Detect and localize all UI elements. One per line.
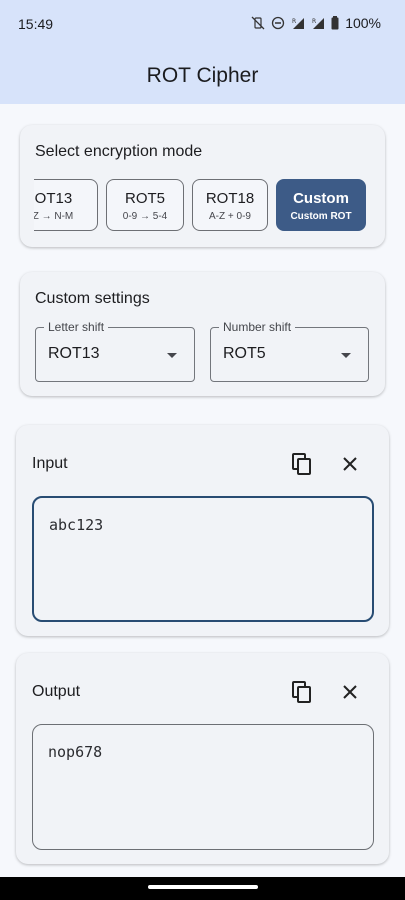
- number-shift-label: Number shift: [219, 320, 296, 334]
- signal-r-icon: R: [311, 16, 325, 30]
- input-field[interactable]: abc123: [32, 496, 374, 622]
- letter-shift-label: Letter shift: [44, 320, 109, 334]
- encryption-mode-card: Select encryption mode ROT13 A-Z → N-M R…: [20, 125, 385, 247]
- letter-shift-dropdown[interactable]: Letter shift ROT13: [35, 320, 195, 382]
- input-title: Input: [32, 455, 68, 472]
- svg-text:R: R: [292, 18, 296, 25]
- dropdown-arrow-icon: [341, 353, 351, 358]
- system-nav-bar: [0, 877, 405, 900]
- close-icon[interactable]: [336, 450, 364, 478]
- output-title: Output: [32, 683, 81, 700]
- letter-shift-value: ROT13: [48, 345, 100, 362]
- custom-settings-title: Custom settings: [35, 290, 150, 307]
- input-card: Input abc123: [16, 425, 389, 636]
- chip-rot5[interactable]: ROT5 0-9 → 5-4: [106, 179, 184, 231]
- app-bar: 15:49 R R 100% ROT Cipher: [0, 0, 405, 104]
- signal-r-icon: R: [291, 16, 305, 30]
- chip-custom-sub: Custom ROT: [290, 211, 352, 222]
- input-text: abc123: [49, 516, 104, 534]
- chip-rot13-label: ROT13: [34, 190, 73, 207]
- copy-icon[interactable]: [288, 678, 316, 706]
- close-icon[interactable]: [336, 678, 364, 706]
- chip-rot18-label: ROT18: [205, 190, 255, 207]
- output-card: Output nop678: [16, 653, 389, 864]
- battery-icon: [331, 16, 339, 30]
- encryption-mode-title: Select encryption mode: [35, 143, 203, 160]
- copy-icon[interactable]: [288, 450, 316, 478]
- do-not-disturb-icon: [271, 16, 285, 30]
- chip-rot18-sub: A-Z + 0-9: [209, 211, 251, 222]
- chip-custom[interactable]: Custom Custom ROT: [276, 179, 366, 231]
- vibrate-off-icon: [251, 16, 265, 30]
- home-gesture-handle[interactable]: [148, 885, 258, 889]
- dropdown-arrow-icon: [167, 353, 177, 358]
- chip-rot13-sub: A-Z → N-M: [34, 211, 74, 222]
- custom-settings-card: Custom settings Letter shift ROT13 Numbe…: [20, 272, 385, 396]
- mode-chip-list[interactable]: ROT13 A-Z → N-M ROT5 0-9 → 5-4 ROT18 A-Z…: [34, 179, 379, 233]
- status-bar: 15:49 R R 100%: [0, 0, 405, 50]
- chip-rot5-label: ROT5: [124, 190, 165, 207]
- number-shift-dropdown[interactable]: Number shift ROT5: [210, 320, 369, 382]
- output-text: nop678: [48, 743, 103, 761]
- page-title: ROT Cipher: [146, 64, 259, 87]
- svg-text:R: R: [312, 18, 316, 25]
- output-field[interactable]: nop678: [32, 724, 374, 850]
- chip-rot13[interactable]: ROT13 A-Z → N-M: [34, 179, 98, 231]
- chip-rot5-sub: 0-9 → 5-4: [122, 211, 168, 222]
- battery-percent: 100%: [345, 15, 381, 31]
- number-shift-value: ROT5: [223, 345, 266, 362]
- status-time: 15:49: [18, 16, 54, 32]
- chip-rot18[interactable]: ROT18 A-Z + 0-9: [192, 179, 268, 231]
- chip-custom-label: Custom: [293, 190, 349, 207]
